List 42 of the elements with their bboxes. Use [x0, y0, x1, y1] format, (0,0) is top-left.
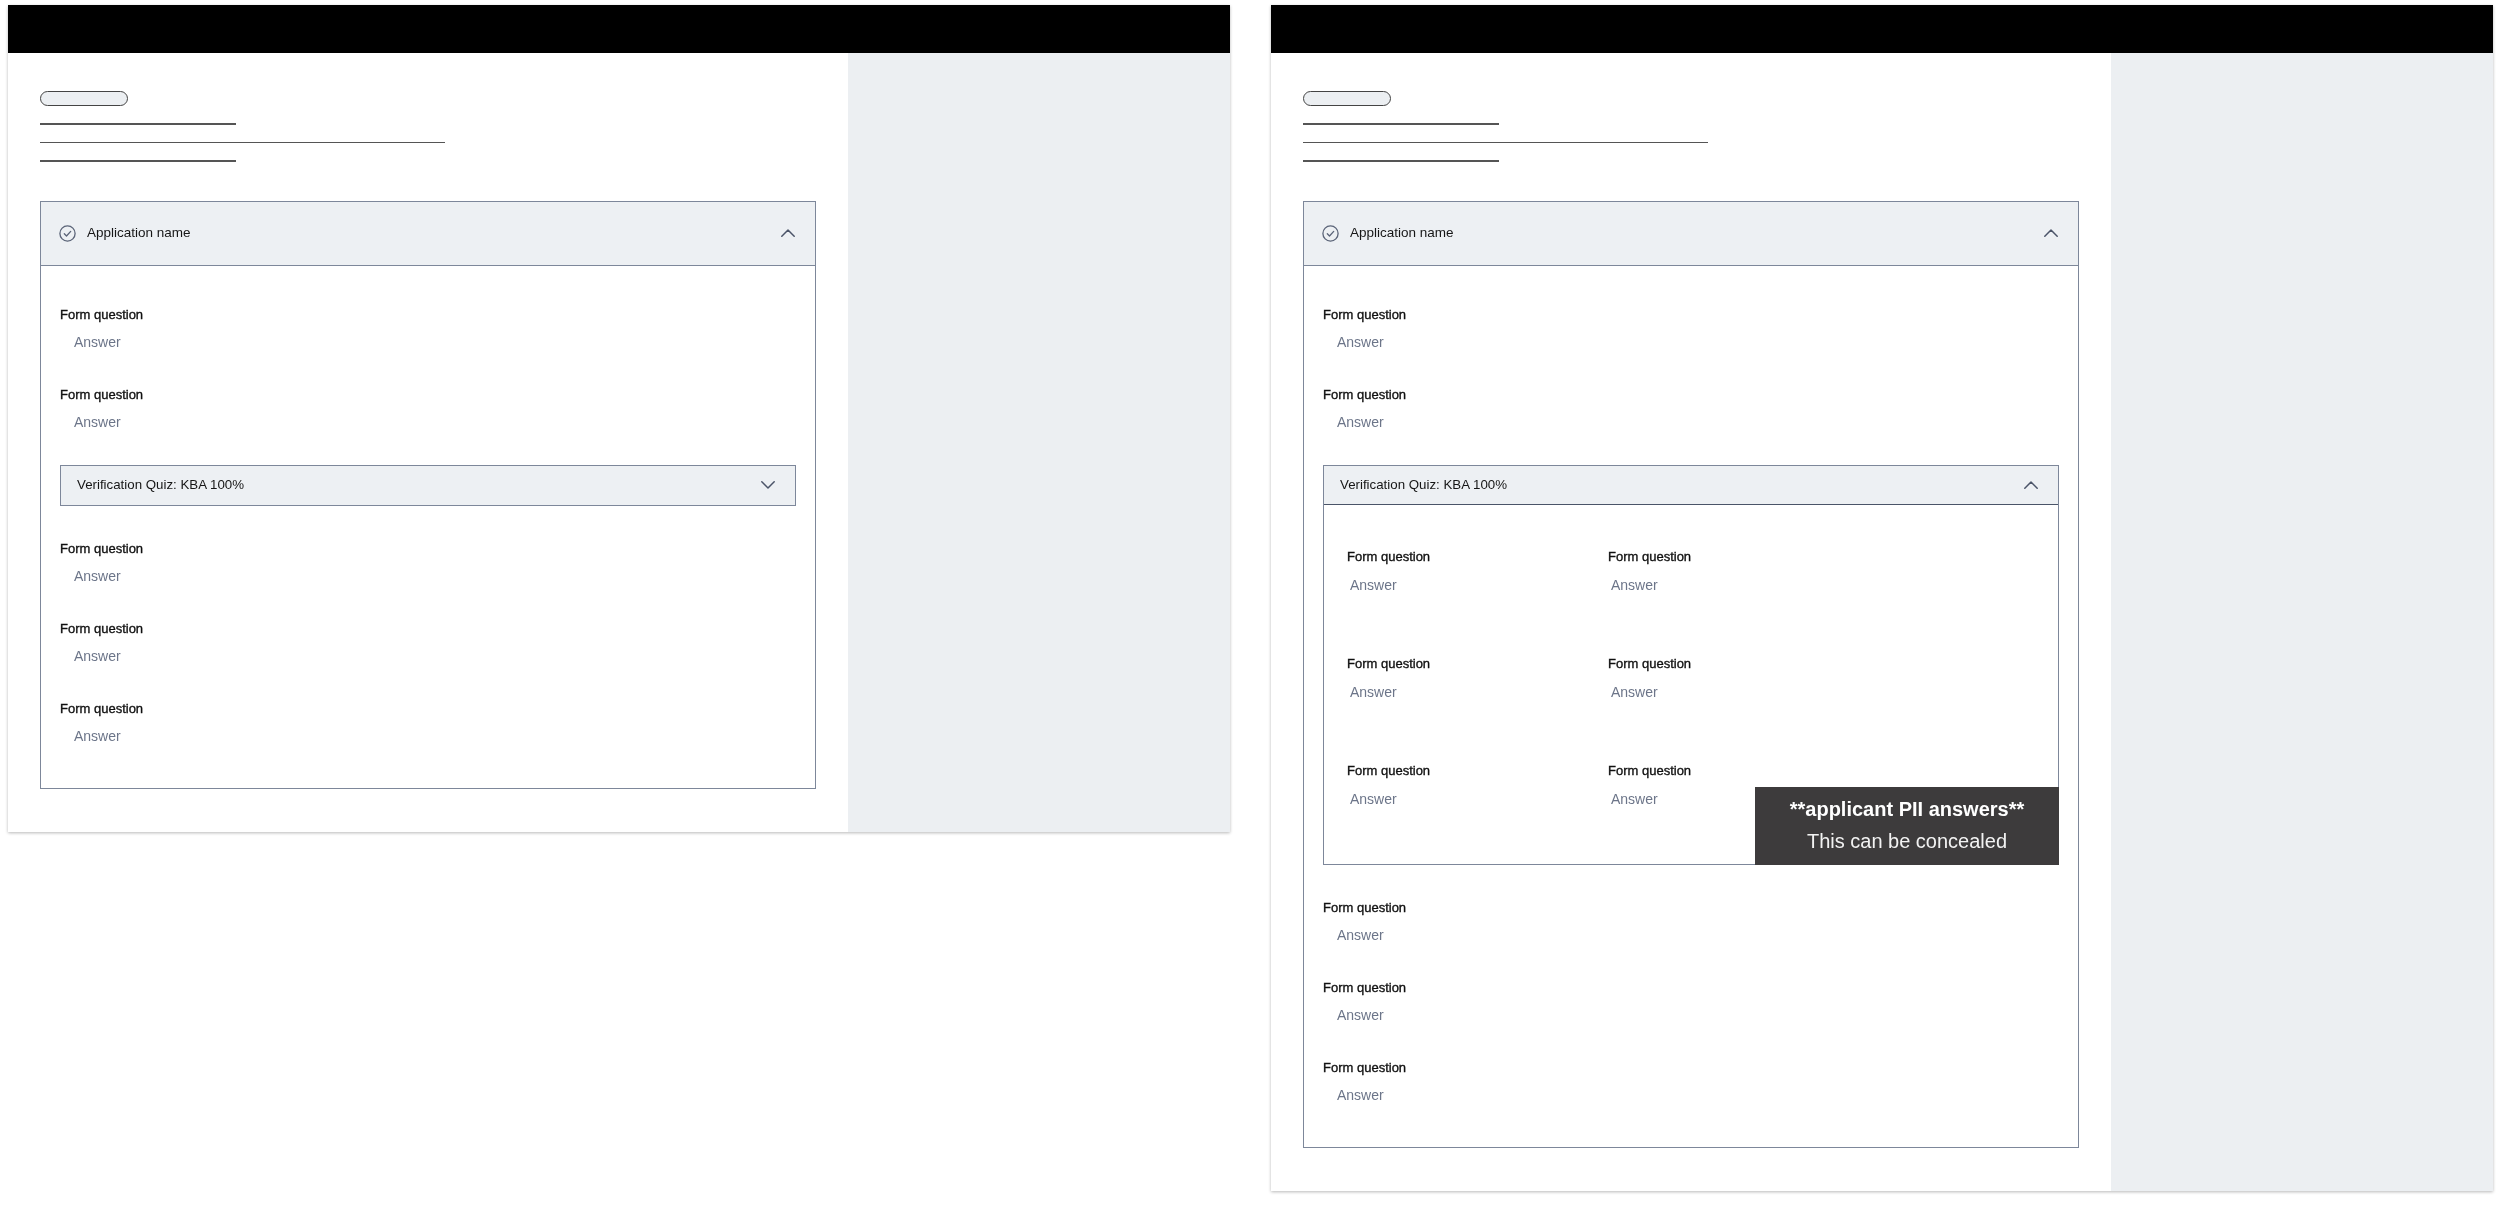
quiz-header[interactable]: Verification Quiz: KBA 100% — [1324, 465, 2058, 505]
quiz-header[interactable]: Verification Quiz: KBA 100% — [61, 465, 795, 505]
question-label: Form question — [1323, 1058, 1407, 1077]
question-label: Form question — [1608, 654, 1692, 673]
answer-text: Answer — [74, 646, 121, 666]
answer-text: Answer — [1350, 575, 1397, 595]
question-label: Form question — [60, 305, 144, 324]
chevron-up-icon — [781, 229, 795, 237]
chevron-down-icon — [761, 481, 775, 489]
note-text: This can be concealed — [1805, 828, 2009, 854]
answer-text: Answer — [74, 566, 121, 586]
note-title: **applicant PII answers** — [1788, 796, 2026, 822]
question-label: Form question — [1608, 547, 1692, 566]
question-label: Form question — [1347, 654, 1431, 673]
answer-text: Answer — [1611, 575, 1658, 595]
answer-text: Answer — [1611, 789, 1658, 809]
answer-text: Answer — [74, 726, 121, 746]
answer-text: Answer — [74, 412, 121, 432]
question-label: Form question — [60, 385, 144, 404]
question-label: Form question — [1323, 978, 1407, 997]
question-label: Form question — [1323, 305, 1407, 324]
question-label: Form question — [60, 539, 144, 558]
answer-text: Answer — [1337, 925, 1384, 945]
question-label: Form question — [1323, 385, 1407, 404]
answer-text: Answer — [1350, 682, 1397, 702]
question-label: Form question — [60, 619, 144, 638]
question-label: Form question — [1347, 761, 1431, 780]
question-label: Form question — [1323, 898, 1407, 917]
chevron-up-icon — [2044, 229, 2058, 237]
question-label: Form question — [1608, 761, 1692, 780]
chevron-up-icon — [2024, 480, 2038, 489]
answer-text: Answer — [1350, 789, 1397, 809]
answer-text: Answer — [1611, 682, 1658, 702]
question-label: Form question — [1347, 547, 1431, 566]
accordion-header[interactable]: Application name — [1304, 201, 2078, 266]
answer-text: Answer — [1337, 412, 1384, 432]
answer-text: Answer — [1337, 1085, 1384, 1105]
answer-text: Answer — [74, 332, 121, 352]
question-label: Form question — [60, 699, 144, 718]
accordion-header[interactable]: Application name — [41, 201, 815, 266]
answer-text: Answer — [1337, 332, 1384, 352]
answer-text: Answer — [1337, 1005, 1384, 1025]
